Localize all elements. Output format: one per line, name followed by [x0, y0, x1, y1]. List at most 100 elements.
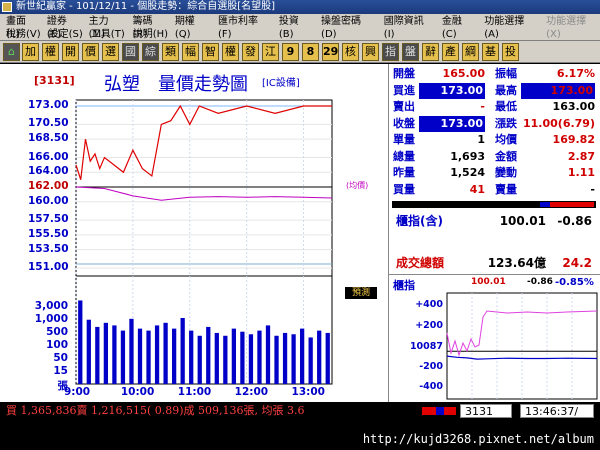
quote-row: 總量 1,693 金額 2.87	[391, 149, 597, 165]
trade-summary: 買 1,365,836賣 1,216,515( 0.89)成 509,136張,…	[6, 404, 305, 417]
toolbar-button[interactable]: 9	[282, 43, 299, 61]
toolbar-button[interactable]: 29	[322, 43, 339, 61]
menu-item[interactable]: 期權(Q)	[175, 15, 210, 40]
toolbar-button[interactable]: 指	[382, 43, 399, 61]
volume-bar	[231, 328, 236, 384]
menu-item[interactable]: 投資(B)	[279, 15, 313, 40]
volume-bar	[223, 335, 228, 384]
quote-label: 最低	[495, 100, 517, 113]
toolbar: ⌂ 加權開價選國綜類幅智權發江 9 8 29 核興指盤辭產綱基投	[0, 41, 600, 63]
toolbar-button[interactable]: 綱	[462, 43, 479, 61]
quote-label: 單量	[393, 133, 415, 146]
menu-item[interactable]: 操盤密碼(D)	[321, 15, 376, 40]
toolbar-button[interactable]: 智	[202, 43, 219, 61]
quote-panel: 開盤 165.00 振幅 6.17% 買進 173.00 最高 173.00 賣出 - 最低 163.…	[388, 64, 600, 274]
otc-index-mini-chart[interactable]: 櫃指 100.01 -0.86 -0.85% +400 +200 10087 -200…	[388, 274, 600, 402]
quote-row: 開盤 165.00 振幅 6.17%	[391, 66, 597, 82]
volume-bar	[240, 331, 245, 384]
toolbar-button[interactable]: 開	[62, 43, 79, 61]
volume-bar	[291, 334, 296, 384]
toolbar-button[interactable]: 核	[342, 43, 359, 61]
toolbar-button[interactable]: 基	[482, 43, 499, 61]
toolbar-button[interactable]: 產	[442, 43, 459, 61]
turnover-row: 成交總額 123.64億 24.2	[392, 254, 596, 272]
toolbar-button[interactable]: 選	[102, 43, 119, 61]
quote-value: 1,524	[450, 166, 485, 179]
stock-code-input[interactable]: 3131	[460, 404, 512, 418]
quote-value: 165.00	[442, 67, 485, 80]
quote-row: 昨量 1,524 變動 1.11	[391, 165, 597, 181]
volume-tick-label: 1,000	[34, 313, 68, 325]
toolbar-button[interactable]: 發	[242, 43, 259, 61]
quote-row: 賣出 - 最低 163.00	[391, 99, 597, 115]
toolbar-button[interactable]: 辭	[422, 43, 439, 61]
toolbar-button[interactable]: 價	[82, 43, 99, 61]
turnover-value: 123.64億	[487, 256, 546, 270]
quote-value: 11.00(6.79)	[523, 116, 595, 130]
time-tick-label: 13:00	[291, 386, 325, 398]
quote-label: 買進	[393, 83, 415, 97]
volume-bar	[154, 325, 160, 384]
volume-bar	[206, 326, 211, 384]
price-tick-label: 173.00	[28, 99, 69, 111]
toolbar-button[interactable]: 8	[302, 43, 319, 61]
menu-item[interactable]: 國際資訊(I)	[384, 15, 434, 40]
volume-bar	[257, 330, 262, 384]
volume-bar	[112, 325, 117, 384]
toolbar-button[interactable]: 幅	[182, 43, 199, 61]
otc-index-row: 櫃指(含) 100.01 -0.86	[392, 212, 596, 230]
menu-item[interactable]: 稅務(V)	[6, 28, 41, 41]
toolbar-button[interactable]: 權	[42, 43, 59, 61]
time-tick-label: 9:00	[64, 386, 91, 398]
quote-row: 買量 41 賣量 -	[391, 182, 597, 198]
menu-item[interactable]: 金融(C)	[442, 15, 476, 40]
predict-button[interactable]: 預測	[345, 287, 377, 299]
quote-label: 漲跌	[495, 116, 517, 130]
volume-bar	[308, 337, 313, 384]
mini-axis-label: +200	[415, 320, 443, 331]
menu-item[interactable]: 功能選擇(X)	[546, 15, 600, 40]
turnover-label: 成交總額	[396, 256, 445, 270]
menu-bar: 畫面(L) 證券(E) 主力(M) 籌碼(R) 期權(Q) 匯市利率(F) 投資(B) 操盤密…	[0, 14, 600, 41]
price-tick-label: 155.50	[28, 227, 69, 240]
toolbar-button[interactable]: 權	[222, 43, 239, 61]
menu-item[interactable]: 畫面(L)	[6, 15, 39, 40]
volume-bar	[300, 328, 305, 384]
toolbar-button[interactable]: 盤	[402, 43, 419, 61]
volume-bar	[274, 335, 279, 384]
mini-axis-label: +400	[415, 299, 443, 310]
menu-row-main: 畫面(L) 證券(E) 主力(M) 籌碼(R) 期權(Q) 匯市利率(F) 投資(B) 操盤密…	[6, 15, 600, 40]
toolbar-button[interactable]: 江	[262, 43, 279, 61]
toolbar-button[interactable]: 興	[362, 43, 379, 61]
toolbar-button[interactable]: 綜	[142, 43, 159, 61]
price-volume-chart[interactable]: [3131] 弘塑 量價走勢圖 [IC設備] 173.00 170.50 168.5…	[6, 68, 386, 398]
volume-bar	[189, 330, 194, 384]
menu-item[interactable]: 工具(T)	[91, 28, 125, 41]
volume-bar	[317, 330, 322, 384]
volume-bar	[95, 326, 100, 384]
quote-label: 賣出	[393, 100, 415, 113]
toolbar-button[interactable]: 投	[502, 43, 519, 61]
toolbar-button[interactable]: 類	[162, 43, 179, 61]
menu-item[interactable]: 說明(H)	[133, 28, 168, 41]
price-tick-label: 153.50	[28, 242, 69, 255]
menu-item[interactable]: 匯市利率(F)	[218, 15, 271, 40]
toolbar-button[interactable]: 加	[22, 43, 39, 61]
home-icon[interactable]: ⌂	[3, 43, 20, 61]
price-tick-label: 166.00	[28, 150, 69, 163]
quote-value: -	[480, 100, 485, 113]
toolbar-button[interactable]: 國	[122, 43, 139, 61]
volume-bar	[325, 332, 330, 384]
menu-item[interactable]: 主力(M)	[89, 15, 125, 40]
volume-bar	[265, 325, 271, 384]
menu-item[interactable]: 功能選擇(A)	[484, 15, 538, 40]
volume-bar	[137, 328, 143, 384]
bid-ask-bar	[392, 201, 596, 208]
price-tick-label: 157.50	[28, 213, 69, 226]
menu-item[interactable]: 籌碼(R)	[133, 15, 167, 40]
volume-tick-label: 50	[53, 352, 68, 364]
menu-item[interactable]: 證券(E)	[47, 15, 81, 40]
main-panel: [3131] 弘塑 量價走勢圖 [IC設備] 173.00 170.50 168.5…	[0, 64, 600, 402]
menu-item[interactable]: 設定(S)	[49, 28, 83, 41]
quote-value: 173.00	[521, 82, 595, 99]
